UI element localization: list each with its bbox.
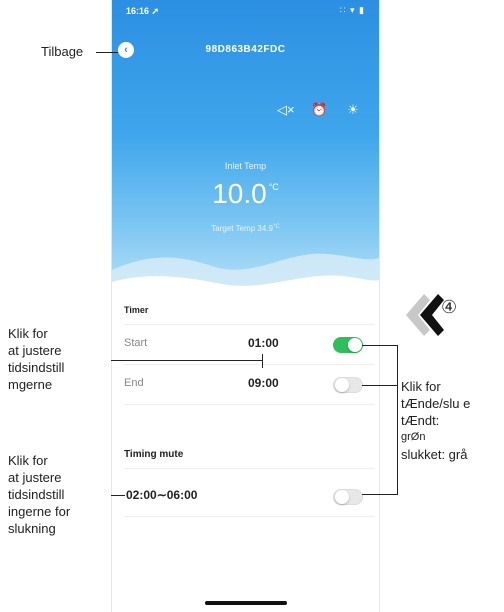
annotation-back: Tilbage xyxy=(41,44,84,59)
bracket-top xyxy=(362,345,398,346)
timer-end-toggle[interactable] xyxy=(333,377,363,393)
divider xyxy=(124,516,374,517)
device-id-title: 98D863B42FDC xyxy=(205,44,286,55)
annotation-line: mgerne xyxy=(8,377,53,392)
double-chevron-left-icon xyxy=(406,294,444,336)
divider xyxy=(124,468,374,469)
bracket-bottom xyxy=(362,494,398,495)
annotation-line: Klik for xyxy=(8,453,48,468)
inlet-temp-value: 10.0 xyxy=(212,178,267,209)
status-time: 16:16 ➚ xyxy=(126,6,160,16)
leader-line-back xyxy=(96,52,118,53)
timer-start-label: Start xyxy=(124,337,148,349)
timing-mute-toggle[interactable] xyxy=(333,489,363,505)
inlet-temp-readout: 10.0 °C xyxy=(112,178,379,210)
annotation-line: at justere xyxy=(8,343,62,358)
timer-start-toggle[interactable] xyxy=(333,337,363,353)
timing-mute-range[interactable]: 02:00∼06:00 xyxy=(126,488,197,502)
target-temp-unit: °C xyxy=(272,224,280,230)
hero-icon-bar: ◁× ⏰ ☀ xyxy=(277,102,361,118)
annotation-adjust-mute: Klik for at justere tidsindstill ingerne… xyxy=(8,452,70,537)
leader-line-mute xyxy=(111,495,125,496)
divider xyxy=(124,364,374,365)
toggle-knob xyxy=(348,338,362,352)
timer-section-title: Timer xyxy=(124,305,149,315)
divider xyxy=(124,324,374,325)
annotation-line: Klik for xyxy=(8,326,48,341)
toggle-knob xyxy=(335,378,349,392)
timing-mute-title: Timing mute xyxy=(124,449,184,460)
step-number-badge: ④ xyxy=(441,297,458,317)
annotation-adjust-timer: Klik for at justere tidsindstill mgerne xyxy=(8,325,64,393)
annotation-line: grØn xyxy=(401,431,426,443)
status-icons: ∷ ▾ ▮ xyxy=(339,5,365,15)
divider xyxy=(124,404,374,405)
bracket-vertical xyxy=(397,345,398,495)
timer-end-time[interactable]: 09:00 xyxy=(248,376,279,390)
annotation-line: slukning xyxy=(8,521,56,536)
timer-start-time[interactable]: 01:00 xyxy=(248,336,279,350)
home-indicator xyxy=(205,601,287,605)
wave-decoration xyxy=(112,253,379,312)
leader-tick-timer xyxy=(262,354,263,368)
annotation-line: tidsindstill xyxy=(8,487,65,502)
toggle-knob xyxy=(335,490,349,504)
timer-end-label: End xyxy=(124,377,144,389)
leader-line-timer xyxy=(111,360,263,361)
mute-icon[interactable]: ◁× xyxy=(277,102,295,118)
phone-screen: 16:16 ➚ ∷ ▾ ▮ ‹ 98D863B42FDC ◁× ⏰ ☀ Inle… xyxy=(111,0,380,612)
annotation-toggle-help: Klik for tÆnde/slu e tÆndt: grØn slukket… xyxy=(401,378,470,463)
status-bar: 16:16 ➚ ∷ ▾ ▮ xyxy=(112,0,379,22)
annotation-line: tÆndt: xyxy=(401,413,440,428)
annotation-line: tidsindstill xyxy=(8,360,65,375)
alarm-clock-icon[interactable]: ⏰ xyxy=(311,102,327,118)
annotation-line: at justere xyxy=(8,470,62,485)
annotation-line: ingerne for xyxy=(8,504,71,519)
inlet-temp-unit: °C xyxy=(268,182,279,192)
annotation-line: slukket: grå xyxy=(401,447,468,462)
annotation-line: tÆnde/slu e xyxy=(401,396,471,411)
annotation-line: Klik for xyxy=(401,379,441,394)
bracket-middle xyxy=(362,385,398,386)
temperature-hero: 16:16 ➚ ∷ ▾ ▮ ‹ 98D863B42FDC ◁× ⏰ ☀ Inle… xyxy=(112,0,379,312)
inlet-temp-label: Inlet Temp xyxy=(224,161,267,171)
brightness-icon[interactable]: ☀ xyxy=(345,102,361,118)
